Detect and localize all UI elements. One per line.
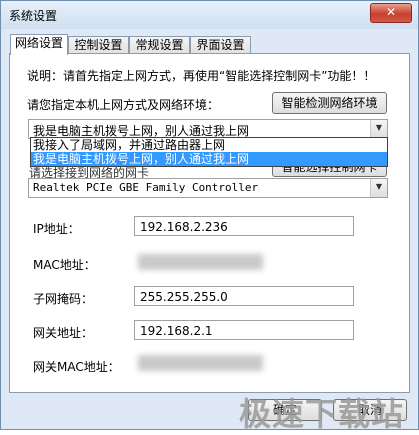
- mode-option-lan[interactable]: 我接入了局域网，并通过路由器上网: [31, 138, 387, 152]
- mac-label: MAC地址：: [33, 258, 96, 272]
- chevron-down-icon[interactable]: ▼: [370, 120, 387, 138]
- mode-combo[interactable]: 我是电脑主机拨号上网，别人通过我上网 ▼: [28, 119, 388, 139]
- notice-text: 说明：请首先指定上网方式，再使用“智能选择控制网卡”功能！！: [27, 69, 376, 83]
- ip-field[interactable]: 192.168.2.236: [134, 216, 354, 236]
- gateway-field[interactable]: 192.168.2.1: [134, 320, 354, 340]
- mask-label: 子网掩码：: [33, 292, 94, 306]
- gateway-mac-redacted: [138, 355, 263, 371]
- watermark-logo: 极速下载站: [238, 395, 404, 433]
- mask-value: 255.255.255.0: [140, 290, 228, 304]
- mac-redacted: [138, 254, 263, 270]
- settings-window: 系统设置 ✕ 网络设置 控制设置 常规设置 界面设置 说明：请首先指定上网方式，…: [0, 0, 419, 433]
- gateway-mac-label: 网关MAC地址：: [33, 360, 120, 374]
- close-button[interactable]: ✕: [370, 3, 412, 23]
- gateway-label: 网关地址：: [33, 326, 94, 340]
- mask-field[interactable]: 255.255.255.0: [134, 286, 354, 306]
- tab-network[interactable]: 网络设置: [10, 34, 68, 55]
- window-title: 系统设置: [9, 9, 58, 23]
- mode-option-dialup[interactable]: 我是电脑主机拨号上网，别人通过我上网: [31, 152, 387, 166]
- mode-dropdown-list: 我接入了局域网，并通过路由器上网 我是电脑主机拨号上网，别人通过我上网: [30, 137, 388, 167]
- ip-label: IP地址：: [33, 222, 80, 236]
- tab-interface[interactable]: 界面设置: [190, 36, 251, 54]
- gateway-value: 192.168.2.1: [140, 324, 213, 338]
- smart-detect-button[interactable]: 智能检测网络环境: [272, 92, 387, 114]
- title-bar[interactable]: 系统设置 ✕: [1, 1, 418, 29]
- ip-value: 192.168.2.236: [140, 220, 228, 234]
- close-icon: ✕: [385, 5, 397, 19]
- nic-combo[interactable]: Realtek PCIe GBE Family Controller ▼: [28, 178, 388, 198]
- env-label: 请您指定本机上网方式及网络环境：: [27, 98, 220, 112]
- tab-general[interactable]: 常规设置: [129, 36, 190, 54]
- chevron-down-icon[interactable]: ▼: [370, 179, 387, 197]
- nic-combo-value: Realtek PCIe GBE Family Controller: [33, 181, 259, 194]
- tab-control[interactable]: 控制设置: [68, 36, 129, 54]
